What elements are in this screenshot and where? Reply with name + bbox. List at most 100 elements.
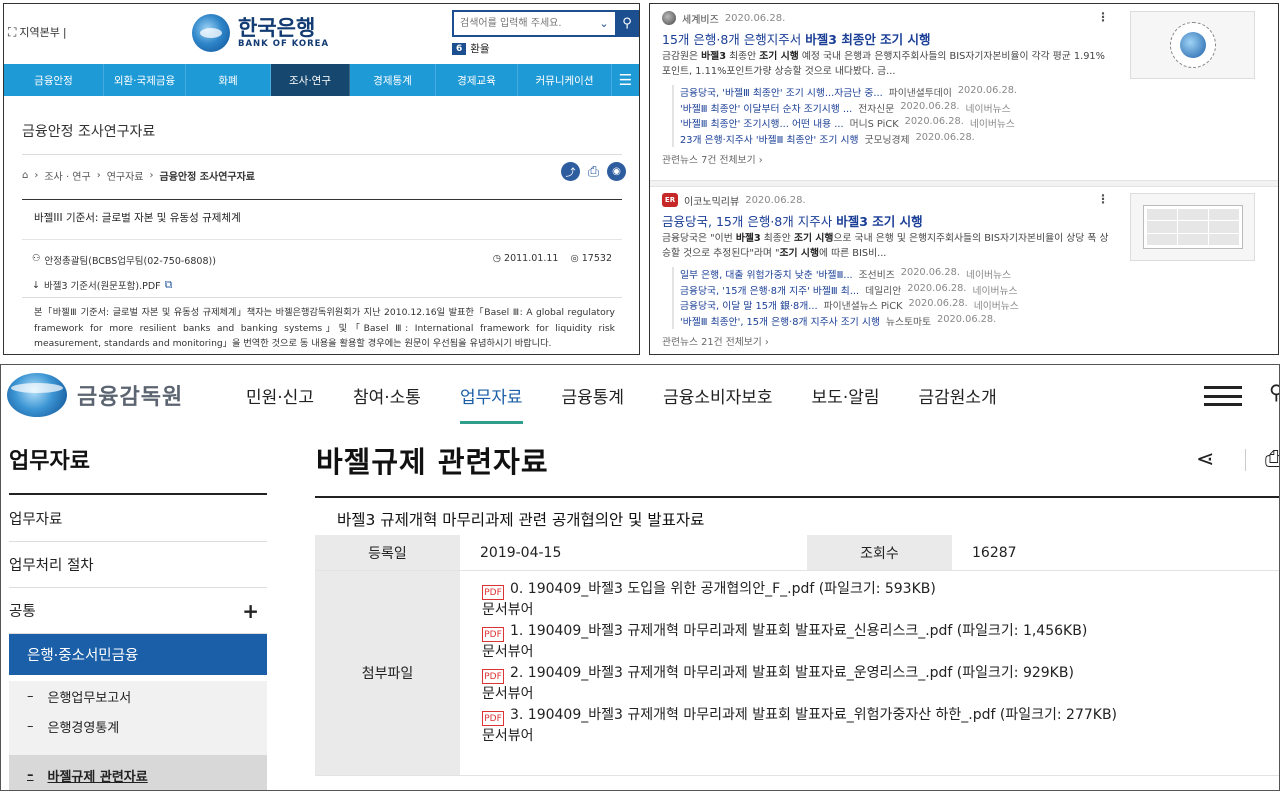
related-date: 2020.06.28.	[937, 313, 997, 325]
table-row: 첨부파일 PDF 0. 190409_바젤3 도입을 위한 공개협의안_F_.pd…	[315, 571, 1279, 776]
sidebar-item[interactable]: 업무자료	[9, 496, 267, 542]
related-title: 금융당국, '바젤Ⅲ 최종안' 조기 시행...자금난 중...	[680, 88, 883, 99]
share-icon[interactable]: ⤴	[561, 162, 580, 181]
exchange-rate-link[interactable]: 6 환율	[452, 41, 490, 56]
nav-item-currency[interactable]: 화폐	[186, 64, 271, 96]
breadcrumb-item[interactable]: 연구자료	[107, 168, 144, 183]
fss-logo-text: 금융감독원	[77, 385, 184, 410]
related-news-item[interactable]: 일부 은행, 대출 위험가중치 낮춘 '바젤Ⅲ... 조선비즈 2020.06.28…	[680, 267, 1112, 283]
fss-logo[interactable]: 금융감독원	[7, 373, 183, 417]
divider	[22, 199, 622, 200]
fss-emblem-icon	[7, 373, 67, 417]
related-news-item[interactable]: 금융당국, '15개 은행·8개 지주' 바젤Ⅲ 최... 데일리안 2020.06…	[680, 283, 1112, 299]
attachment-link[interactable]: 1. 190409_바젤3 규제개혁 마무리과제 발표회 발표자료_신용리스크_…	[510, 623, 1087, 639]
post-info-table: 등록일 2019-04-15 조회수 16287 첨부파일 PDF 0. 1904…	[315, 535, 1279, 776]
nav-item-education[interactable]: 경제교육	[436, 64, 518, 96]
news-title-pre: 15개 은행·8개 은행지주서	[662, 32, 806, 47]
news-title-highlight: 바젤3 조기 시행	[836, 214, 923, 229]
plus-icon[interactable]: +	[242, 599, 259, 623]
search-icon[interactable]: ⚲	[1269, 380, 1279, 404]
seal-emblem	[1179, 32, 1206, 58]
submenu-item[interactable]: – 은행업무보고서	[9, 681, 267, 711]
news-thumbnail[interactable]	[1130, 11, 1255, 79]
views-group: ◎ 17532	[570, 253, 612, 264]
dash-icon: –	[27, 718, 34, 734]
hamburger-menu-icon[interactable]	[1204, 386, 1242, 406]
breadcrumb: ⌂ › 조사 · 연구 › 연구자료 › 금융안정 조사연구자료	[22, 168, 255, 183]
related-news-item[interactable]: 23개 은행·지주사 '바젤Ⅲ 최종안' 조기 시행 굿모닝경제 2020.06.2…	[680, 132, 1112, 148]
related-more-link[interactable]: 관련뉴스 7건 전체보기 ›	[662, 152, 1112, 166]
region-label: 지역본부	[19, 26, 60, 39]
menu-icon[interactable]: ☰	[612, 64, 639, 96]
reg-date-label: 등록일	[315, 535, 460, 570]
bok-logo-english: BANK OF KOREA	[238, 39, 330, 49]
nav-item-consumer-protection[interactable]: 금융소비자보호	[663, 383, 772, 427]
press-name: 이코노믹리뷰	[684, 196, 740, 208]
table-row: 등록일 2019-04-15 조회수 16287	[315, 535, 1279, 571]
nav-item-research[interactable]: 조사·연구	[271, 64, 350, 96]
attachment-link[interactable]: 2. 190409_바젤3 규제개혁 마무리과제 발표회 발표자료_운영리스크_…	[510, 665, 1074, 681]
related-title: '바젤Ⅲ 최종안' 이달부터 순차 조기시행 ...	[680, 103, 853, 115]
nav-item-participation[interactable]: 참여·소통	[353, 383, 421, 427]
nav-item-work-materials[interactable]: 업무자료	[459, 383, 523, 427]
bok-logo[interactable]: 한국은행 BANK OF KOREA	[192, 14, 329, 52]
more-options-icon[interactable]: ⋮	[1097, 192, 1109, 206]
related-title: 일부 은행, 대출 위험가중치 낮춘 '바젤Ⅲ...	[680, 270, 853, 281]
news-date: 2020.06.28.	[745, 194, 806, 206]
nav-item-statistics[interactable]: 금융통계	[562, 383, 625, 427]
related-more-link[interactable]: 관련뉴스 21건 전체보기 ›	[662, 334, 1112, 348]
submenu-item[interactable]: – 은행경영통계	[9, 711, 267, 741]
press-name: 세계비즈	[682, 14, 719, 26]
nav-item-about[interactable]: 금감원소개	[919, 383, 997, 427]
nav-item-financial-stability[interactable]: 금융안정	[4, 64, 104, 96]
doc-viewer-link[interactable]: 문서뷰어	[482, 642, 1279, 663]
related-news-item[interactable]: 금융당국, 이달 말 15개 銀·8개... 파이낸셜뉴스 PiCK 2020.06…	[680, 298, 1112, 314]
sidebar-item[interactable]: 공통 +	[9, 588, 267, 634]
related-news-item[interactable]: 금융당국, '바젤Ⅲ 최종안' 조기 시행...자금난 중... 파이낸셜투데이 2…	[680, 85, 1112, 101]
attachment-link[interactable]: 0. 190409_바젤3 도입을 위한 공개협의안_F_.pdf (파일크기:…	[510, 581, 936, 597]
related-news-item[interactable]: '바젤Ⅲ 최종안' 이달부터 순차 조기시행 ... 전자신문 2020.06.28…	[680, 101, 1112, 117]
print-icon[interactable]: ⎙	[1265, 447, 1279, 472]
divider	[9, 493, 267, 495]
nav-item-press[interactable]: 보도·알림	[812, 383, 880, 427]
related-news-item[interactable]: '바젤Ⅲ 최종안' 조기시행... 어떤 내용 ... 머니S PiCK 2020.…	[680, 116, 1112, 132]
search-icon[interactable]: ⚲	[615, 12, 639, 35]
bok-emblem-icon	[192, 14, 230, 52]
doc-viewer-link[interactable]: 문서뷰어	[482, 600, 1279, 621]
bok-search-input[interactable]	[454, 12, 593, 35]
submenu-label: 은행경영통계	[47, 720, 120, 736]
attachment-link[interactable]: 바젤3 기준서(원문포함).PDF	[44, 278, 161, 292]
nav-item-complaints[interactable]: 민원·신고	[246, 383, 314, 427]
nav-item-statistics[interactable]: 경제통계	[350, 64, 436, 96]
desc-part: 에 따른 BIS비...	[818, 248, 887, 259]
chevron-down-icon[interactable]: ⌄	[593, 12, 615, 35]
news-thumbnail[interactable]	[1130, 193, 1255, 261]
news-title[interactable]: 금융당국, 15개 은행·8개 지주사 바젤3 조기 시행	[662, 211, 1112, 229]
date-group: ◷ 2011.01.11	[493, 253, 559, 264]
nav-item-fx[interactable]: 외환·국제금융	[104, 64, 186, 96]
news-source[interactable]: ER 이코노믹리뷰 2020.06.28.	[662, 192, 1112, 208]
rss-icon[interactable]: ◉	[607, 162, 626, 181]
submenu-item-current[interactable]: – 바젤규제 관련자료	[9, 755, 267, 790]
doc-viewer-link[interactable]: 문서뷰어	[482, 726, 1279, 747]
submenu-label: 은행업무보고서	[47, 690, 132, 706]
nav-item-communication[interactable]: 커뮤니케이션	[518, 64, 612, 96]
region-link[interactable]: ⛶ 지역본부 |	[8, 24, 67, 40]
breadcrumb-item[interactable]: 조사 · 연구	[44, 168, 90, 183]
news-title[interactable]: 15개 은행·8개 은행지주서 바젤3 최종안 조기 시행	[662, 29, 1112, 47]
region-icon: ⛶	[8, 24, 17, 39]
external-link-icon[interactable]: ⧉	[165, 278, 173, 292]
related-news-item[interactable]: '바젤Ⅲ 최종안', 15개 은행·8개 지주사 조기 시행 뉴스토마토 2020.…	[680, 314, 1112, 330]
print-icon[interactable]: ⎙	[584, 162, 603, 181]
sidebar-item-active[interactable]: 은행·중소서민금융	[9, 634, 267, 675]
rate-label: 환율	[470, 43, 490, 55]
divider	[22, 297, 622, 298]
sidebar-item[interactable]: 업무처리 절차	[9, 542, 267, 588]
attachment-item: PDF 0. 190409_바젤3 도입을 위한 공개협의안_F_.pdf (파일…	[482, 579, 1279, 600]
attachment-link[interactable]: 3. 190409_바젤3 규제개혁 마무리과제 발표회 발표자료_위험가중자산…	[510, 707, 1117, 723]
more-options-icon[interactable]: ⋮	[1097, 10, 1109, 24]
home-icon[interactable]: ⌂	[22, 170, 28, 181]
news-source[interactable]: 세계비즈 2020.06.28.	[662, 10, 1112, 26]
share-icon[interactable]: ⋖	[1196, 447, 1214, 472]
doc-viewer-link[interactable]: 문서뷰어	[482, 684, 1279, 705]
